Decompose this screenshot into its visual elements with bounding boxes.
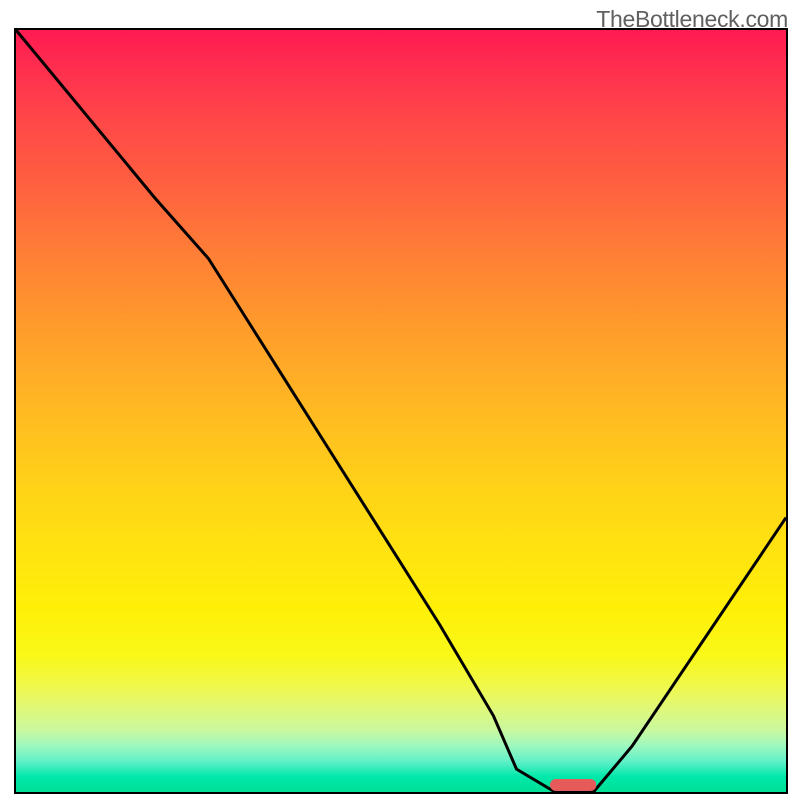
bottleneck-curve — [16, 30, 786, 792]
optimal-marker — [550, 777, 596, 793]
chart-area — [14, 28, 788, 794]
